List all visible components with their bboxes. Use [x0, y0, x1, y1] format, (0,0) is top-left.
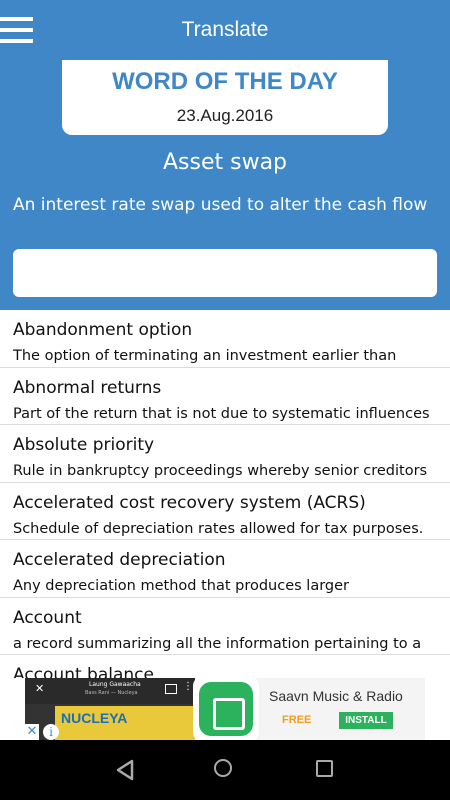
term-definition: Part of the return that is not due to sy…: [13, 405, 430, 422]
term-definition: a record summarizing all the information…: [13, 635, 422, 652]
install-button[interactable]: INSTALL: [339, 712, 393, 729]
ad-info-icon[interactable]: i: [43, 724, 59, 740]
ad-video-song: Laung Gawaacha: [89, 681, 141, 688]
term-definition: Rule in bankruptcy proceedings whereby s…: [13, 463, 428, 479]
term-title: Abandonment option: [13, 320, 193, 340]
terms-list[interactable]: Abandonment option The option of termina…: [0, 310, 450, 678]
list-item[interactable]: Absolute priority Rule in bankruptcy pro…: [0, 425, 450, 483]
ad-album-art: NUCLEYA: [55, 706, 195, 740]
recent-apps-icon[interactable]: [316, 760, 333, 777]
saavn-app-icon[interactable]: [193, 676, 259, 742]
word-of-the-day-definition: An interest rate swap used to alter the …: [13, 195, 428, 215]
ad-album-art-text: NUCLEYA: [61, 710, 128, 726]
search-input[interactable]: [13, 249, 437, 297]
term-definition: The option of terminating an investment …: [13, 348, 397, 364]
list-item[interactable]: Accelerated cost recovery system (ACRS) …: [0, 483, 450, 540]
ad-price: FREE: [282, 714, 312, 726]
word-of-the-day-card: WORD OF THE DAY 23.Aug.2016: [62, 60, 388, 135]
list-item[interactable]: Abandonment option The option of termina…: [0, 310, 450, 368]
ad-close-icon[interactable]: ✕: [25, 724, 39, 740]
ad-video-artist: Bass Rani — Nucleya: [85, 690, 138, 696]
list-item[interactable]: Accelerated depreciation Any depreciatio…: [0, 540, 450, 598]
list-item[interactable]: Abnormal returns Part of the return that…: [0, 368, 450, 425]
share-icon[interactable]: ⋮: [183, 681, 193, 692]
word-of-the-day-word[interactable]: Asset swap: [0, 150, 450, 175]
system-nav-bar: [0, 740, 450, 800]
term-title: Account: [13, 607, 82, 628]
word-of-the-day-label: WORD OF THE DAY: [112, 68, 338, 95]
header-area: Translate WORD OF THE DAY 23.Aug.2016 As…: [0, 0, 450, 310]
close-icon[interactable]: ✕: [35, 682, 44, 695]
back-icon[interactable]: [115, 759, 135, 781]
term-title: Accelerated cost recovery system (ACRS): [13, 492, 366, 513]
term-title: Abnormal returns: [13, 377, 162, 398]
shopping-bag-icon: [213, 698, 245, 730]
term-title: Absolute priority: [13, 435, 155, 455]
word-of-the-day-date: 23.Aug.2016: [176, 106, 274, 125]
ad-video-header: ✕ Laung Gawaacha Bass Rani — Nucleya ⋮: [25, 678, 195, 704]
page-title: Translate: [181, 18, 269, 41]
ad-app-name[interactable]: Saavn Music & Radio: [269, 688, 403, 704]
ad-banner[interactable]: ✕ Laung Gawaacha Bass Rani — Nucleya ⋮ N…: [25, 676, 425, 742]
saavn-logo-icon: [199, 682, 253, 736]
term-title: Account balance: [13, 665, 154, 678]
term-definition: Any depreciation method that produces la…: [13, 578, 349, 594]
cast-icon[interactable]: [165, 684, 177, 694]
term-definition: Schedule of depreciation rates allowed f…: [13, 520, 424, 537]
home-icon[interactable]: [214, 759, 232, 777]
ad-video-thumbnail[interactable]: ✕ Laung Gawaacha Bass Rani — Nucleya ⋮ N…: [25, 678, 195, 740]
list-item[interactable]: Account a record summarizing all the inf…: [0, 598, 450, 655]
term-title: Accelerated depreciation: [13, 550, 226, 570]
list-item[interactable]: Account balance: [0, 655, 450, 678]
